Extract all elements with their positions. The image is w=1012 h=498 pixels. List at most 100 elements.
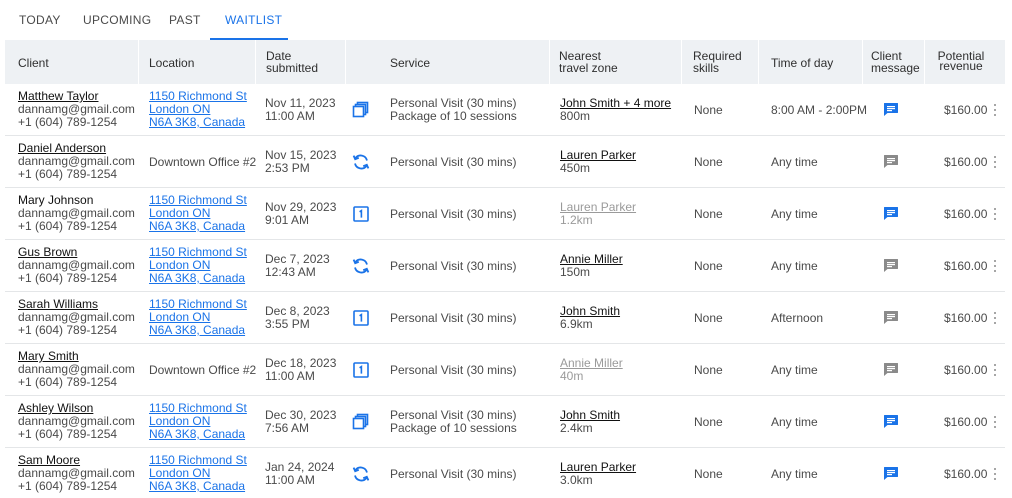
table-row[interactable]: Mary Smith dannamg@gmail.com +1 (604) 78… <box>5 344 1005 396</box>
client-message-icon[interactable] <box>883 466 899 481</box>
table-row[interactable]: Sarah Williams dannamg@gmail.com +1 (604… <box>5 292 1005 344</box>
location-cell: 1150 Richmond St London ON N6A 3K8, Canada <box>149 402 247 441</box>
client-cell: Mary Smith dannamg@gmail.com +1 (604) 78… <box>18 350 135 389</box>
time-submitted: 11:00 AM <box>265 109 315 123</box>
location-address-line-3[interactable]: N6A 3K8, Canada <box>149 480 247 493</box>
date-submitted-cell: Dec 30, 2023 7:56 AM <box>265 409 336 435</box>
header-client-message[interactable]: Client message <box>871 50 920 74</box>
service-cell: Personal Visit (30 mins) <box>390 156 517 169</box>
client-message-icon[interactable] <box>883 362 899 377</box>
header-service[interactable]: Service <box>390 57 430 69</box>
header-location[interactable]: Location <box>149 57 194 69</box>
more-options-icon[interactable] <box>992 467 998 483</box>
client-cell: Gus Brown dannamg@gmail.com +1 (604) 789… <box>18 246 135 285</box>
table-row[interactable]: Ashley Wilson dannamg@gmail.com +1 (604)… <box>5 396 1005 448</box>
client-phone: +1 (604) 789-1254 <box>18 115 118 129</box>
recurring-icon <box>351 152 371 172</box>
column-divider <box>549 40 550 84</box>
potential-revenue: $160.00 <box>944 415 988 429</box>
location-address-line-3[interactable]: N6A 3K8, Canada <box>149 116 247 129</box>
client-message-icon[interactable] <box>883 258 899 273</box>
client-phone: +1 (604) 789-1254 <box>18 219 118 233</box>
header-client[interactable]: Client <box>18 57 49 69</box>
time-of-day: Any time <box>771 363 818 377</box>
time-of-day: Afternoon <box>771 311 824 325</box>
required-skills: None <box>694 259 723 273</box>
time-submitted: 2:53 PM <box>265 161 310 175</box>
more-options-icon[interactable] <box>992 311 998 327</box>
client-message-icon[interactable] <box>883 102 899 117</box>
tab-upcoming[interactable]: UPCOMING <box>83 13 151 27</box>
date-submitted-cell: Dec 18, 2023 11:00 AM <box>265 357 336 383</box>
client-phone: +1 (604) 789-1254 <box>18 323 118 337</box>
client-cell: Matthew Taylor dannamg@gmail.com +1 (604… <box>18 90 135 129</box>
header-skills-line2: skills <box>693 61 719 75</box>
header-time-of-day[interactable]: Time of day <box>771 57 833 69</box>
table-row[interactable]: Daniel Anderson dannamg@gmail.com +1 (60… <box>5 136 1005 188</box>
location-address-line-3[interactable]: N6A 3K8, Canada <box>149 324 247 337</box>
client-message-icon[interactable] <box>883 154 899 169</box>
table-row[interactable]: Sam Moore dannamg@gmail.com +1 (604) 789… <box>5 448 1005 498</box>
travel-zone-cell: Annie Miller 150m <box>560 253 623 279</box>
time-of-day: 8:00 AM - 2:00PM <box>771 103 868 117</box>
location-cell: 1150 Richmond St London ON N6A 3K8, Canada <box>149 194 247 233</box>
time-of-day: Any time <box>771 155 818 169</box>
table-row[interactable]: Gus Brown dannamg@gmail.com +1 (604) 789… <box>5 240 1005 292</box>
service-cell: Personal Visit (30 mins) <box>390 208 517 221</box>
more-options-icon[interactable] <box>992 103 998 119</box>
tab-past[interactable]: PAST <box>169 13 201 27</box>
time-of-day: Any time <box>771 259 818 273</box>
service-name: Personal Visit (30 mins) <box>390 311 517 325</box>
location-address-line-3[interactable]: N6A 3K8, Canada <box>149 272 247 285</box>
travel-zone-cell: Lauren Parker 3.0km <box>560 461 636 487</box>
client-message-icon[interactable] <box>883 414 899 429</box>
time-submitted: 12:43 AM <box>265 265 316 279</box>
service-cell: Personal Visit (30 mins) <box>390 260 517 273</box>
required-skills: None <box>694 155 723 169</box>
travel-distance: 3.0km <box>560 473 593 487</box>
more-options-icon[interactable] <box>992 207 998 223</box>
tab-waitlist[interactable]: WAITLIST <box>225 13 282 27</box>
service-name: Personal Visit (30 mins) <box>390 207 517 221</box>
time-submitted: 3:55 PM <box>265 317 310 331</box>
table-row[interactable]: Matthew Taylor dannamg@gmail.com +1 (604… <box>5 84 1005 136</box>
location-cell: 1150 Richmond St London ON N6A 3K8, Canada <box>149 246 247 285</box>
travel-zone-cell: Lauren Parker 1.2km <box>560 201 636 227</box>
header-zone-line2: travel zone <box>559 61 618 75</box>
header-date-submitted[interactable]: Date submitted <box>266 50 318 74</box>
client-message-icon[interactable] <box>883 206 899 221</box>
time-of-day: Any time <box>771 207 818 221</box>
client-cell: Sarah Williams dannamg@gmail.com +1 (604… <box>18 298 135 337</box>
potential-revenue: $160.00 <box>944 467 988 481</box>
single-session-icon <box>351 308 371 328</box>
header-potential-revenue[interactable]: Potential revenue <box>933 50 989 73</box>
travel-distance: 6.9km <box>560 317 593 331</box>
single-session-icon <box>351 204 371 224</box>
location-name: Downtown Office #2 <box>149 363 257 377</box>
column-divider <box>681 40 682 84</box>
location-address-line-3[interactable]: N6A 3K8, Canada <box>149 220 247 233</box>
time-submitted: 11:00 AM <box>265 369 315 383</box>
potential-revenue: $160.00 <box>944 259 988 273</box>
client-cell: Daniel Anderson dannamg@gmail.com +1 (60… <box>18 142 135 181</box>
date-submitted-cell: Nov 11, 2023 11:00 AM <box>265 97 336 123</box>
service-name: Personal Visit (30 mins) <box>390 467 517 481</box>
client-message-icon[interactable] <box>883 310 899 325</box>
recurring-icon <box>351 464 371 484</box>
table-row[interactable]: Mary Johnson dannamg@gmail.com +1 (604) … <box>5 188 1005 240</box>
more-options-icon[interactable] <box>992 363 998 379</box>
tab-today[interactable]: TODAY <box>19 13 61 27</box>
header-date-line2: submitted <box>266 61 319 75</box>
header-required-skills[interactable]: Required skills <box>693 50 742 74</box>
column-divider <box>862 40 863 84</box>
time-submitted: 11:00 AM <box>265 473 315 487</box>
date-submitted-cell: Dec 8, 2023 3:55 PM <box>265 305 330 331</box>
more-options-icon[interactable] <box>992 415 998 431</box>
more-options-icon[interactable] <box>992 259 998 275</box>
service-name: Personal Visit (30 mins) <box>390 363 517 377</box>
header-revenue-line2: revenue <box>939 59 983 73</box>
more-options-icon[interactable] <box>992 155 998 171</box>
header-nearest-travel-zone[interactable]: Nearest travel zone <box>559 50 618 74</box>
location-address-line-3[interactable]: N6A 3K8, Canada <box>149 428 247 441</box>
client-phone: +1 (604) 789-1254 <box>18 479 118 493</box>
